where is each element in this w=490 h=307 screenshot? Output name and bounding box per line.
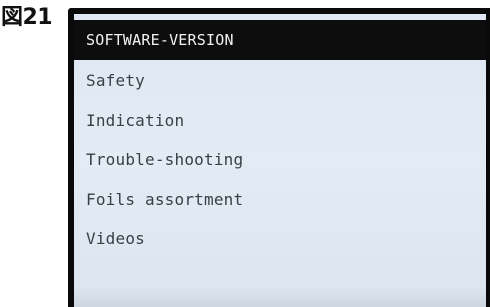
menu-item-foils-assortment[interactable]: Foils assortment: [74, 181, 486, 219]
menu-item-trouble-shooting[interactable]: Trouble-shooting: [74, 141, 486, 179]
device-screen: SOFTWARE-VERSION Safety Indication Troub…: [74, 14, 486, 307]
menu-item-safety[interactable]: Safety: [74, 62, 486, 100]
main-menu: SOFTWARE-VERSION Safety Indication Troub…: [74, 20, 486, 258]
menu-item-videos[interactable]: Videos: [74, 220, 486, 258]
menu-item-indication[interactable]: Indication: [74, 102, 486, 140]
screen-bottom-shade: [74, 287, 486, 307]
menu-item-software-version[interactable]: SOFTWARE-VERSION: [74, 20, 486, 60]
figure-label: 図21: [1, 5, 53, 30]
